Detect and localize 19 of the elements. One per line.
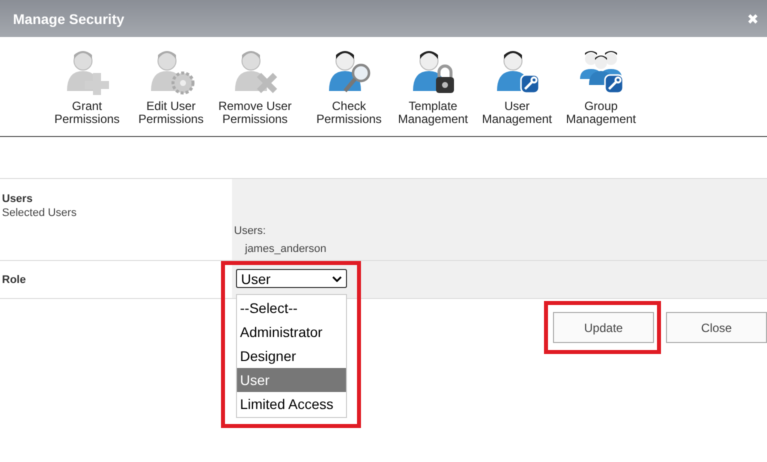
window-title: Manage Security — [13, 10, 124, 26]
toolbar-button[interactable]: Template Management — [391, 47, 475, 126]
toolbar-button[interactable]: Group Management — [559, 47, 643, 126]
dropdown-option[interactable]: Designer — [237, 344, 346, 368]
dropdown-option[interactable]: Limited Access — [237, 392, 346, 416]
section-title: Users — [2, 193, 34, 205]
toolbar-button[interactable]: Check Permissions — [307, 47, 391, 126]
dialog-button[interactable]: Close — [666, 312, 767, 343]
dropdown-option[interactable]: Administrator — [237, 320, 346, 344]
user-name: james_anderson — [245, 243, 328, 255]
role-label: Role — [2, 274, 27, 286]
dropdown-option[interactable]: User — [237, 368, 346, 392]
users-label: Users: — [234, 225, 267, 237]
role-dropdown[interactable]: User — [236, 269, 347, 288]
dropdown-option[interactable]: --Select-- — [237, 296, 346, 320]
dialog-button[interactable]: Update — [553, 312, 654, 343]
toolbar-button[interactable]: User Management — [475, 47, 559, 126]
section-subtitle: Selected Users — [2, 207, 78, 219]
chevron-icon — [332, 276, 342, 282]
